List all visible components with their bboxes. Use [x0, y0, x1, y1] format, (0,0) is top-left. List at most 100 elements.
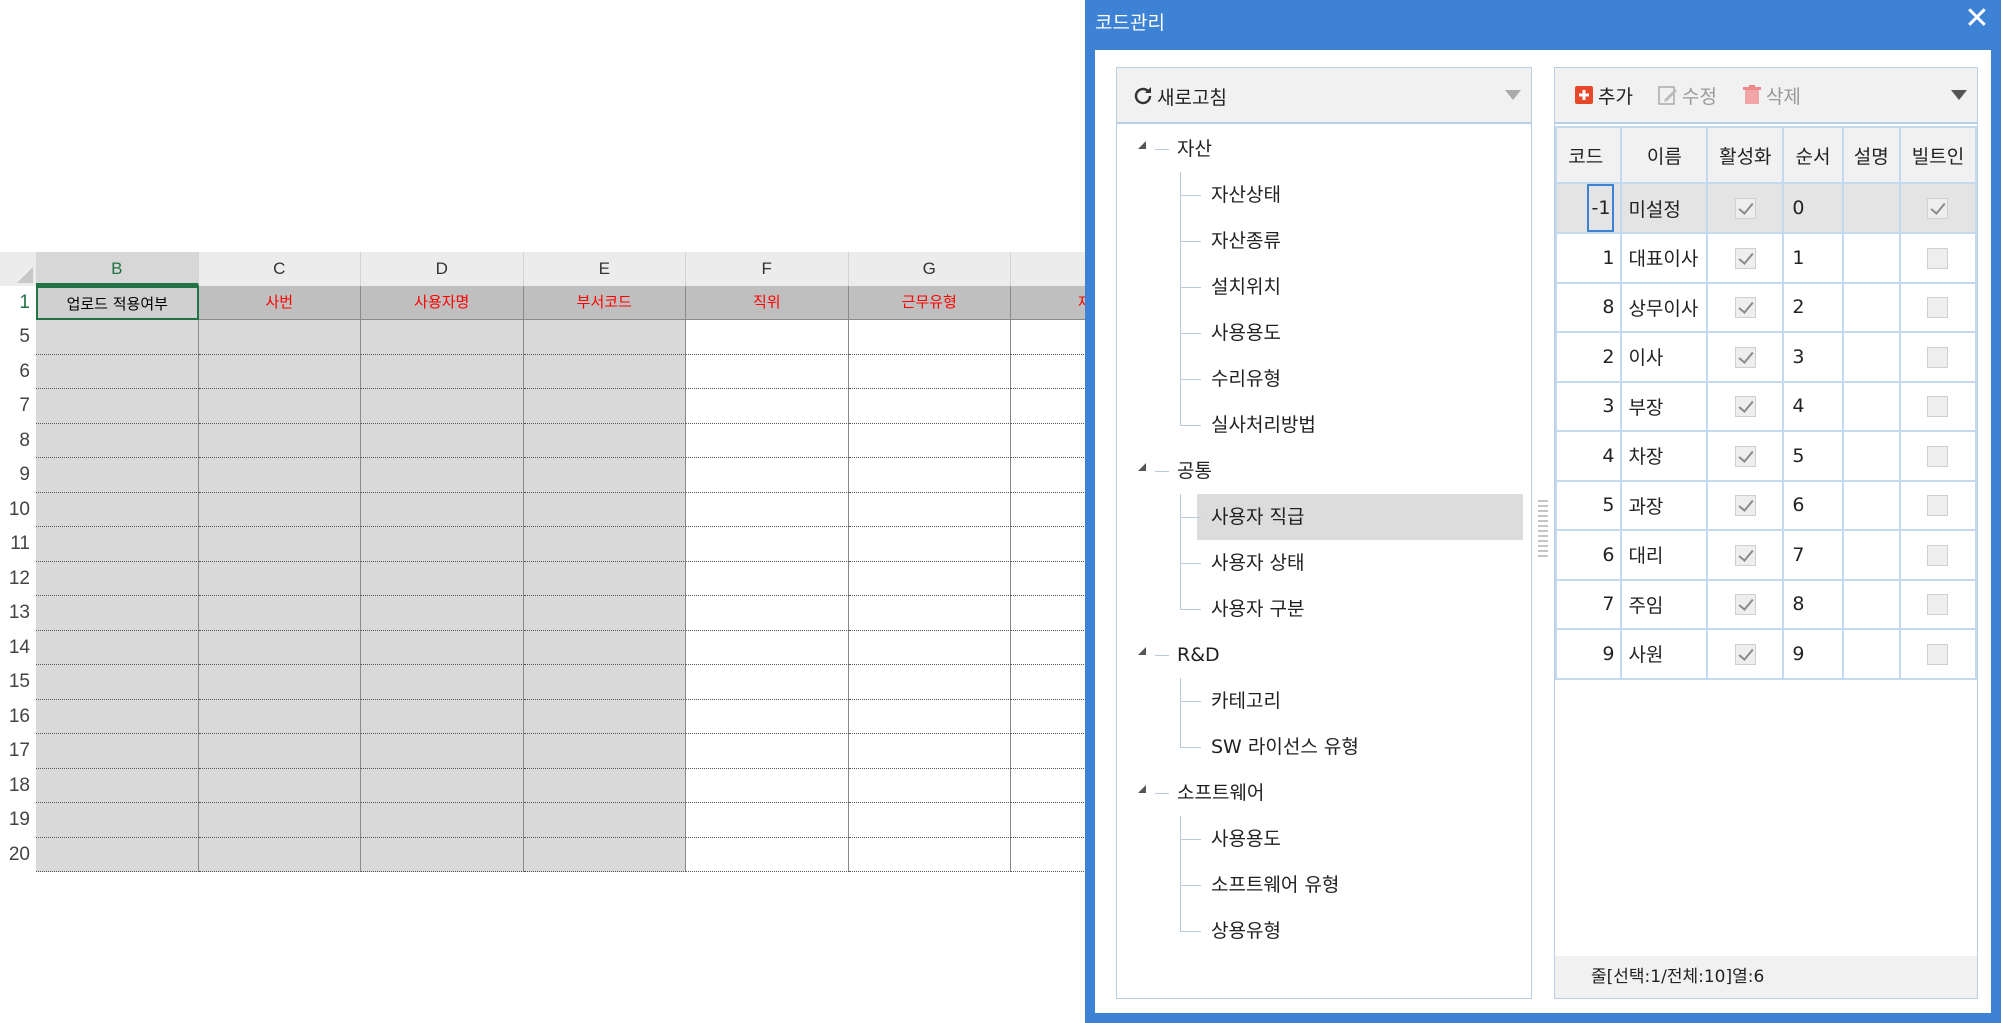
- sheet-cell[interactable]: [686, 458, 849, 493]
- sheet-cell[interactable]: [848, 837, 1011, 872]
- refresh-button[interactable]: 새로고침: [1131, 82, 1227, 110]
- column-header-builtin[interactable]: 빌트인: [1898, 126, 1978, 184]
- tree-item[interactable]: 사용용도: [1117, 310, 1531, 356]
- builtin-checkbox[interactable]: [1927, 544, 1949, 566]
- sheet-cell[interactable]: [848, 527, 1011, 562]
- sheet-cell[interactable]: [361, 630, 524, 665]
- sheet-cell[interactable]: [36, 768, 199, 803]
- builtin-cell[interactable]: [1898, 479, 1978, 531]
- sheet-cell[interactable]: [848, 423, 1011, 458]
- builtin-checkbox[interactable]: [1927, 594, 1949, 616]
- sheet-cell[interactable]: [686, 492, 849, 527]
- active-checkbox[interactable]: [1734, 198, 1756, 219]
- sheet-cell[interactable]: [36, 320, 199, 355]
- sheet-cell[interactable]: [523, 354, 686, 389]
- sheet-cell[interactable]: [361, 561, 524, 596]
- sheet-cell[interactable]: 직위: [686, 286, 849, 320]
- sheet-cell[interactable]: [686, 527, 849, 562]
- row-header[interactable]: 15: [0, 665, 36, 700]
- builtin-cell[interactable]: [1898, 430, 1978, 482]
- sheet-cell[interactable]: [361, 665, 524, 700]
- name-cell[interactable]: 차장: [1620, 430, 1709, 482]
- description-cell[interactable]: [1841, 479, 1901, 531]
- code-cell[interactable]: 3: [1554, 380, 1623, 432]
- table-row[interactable]: 3 부장 4: [1554, 380, 1978, 432]
- order-cell[interactable]: 0: [1782, 182, 1844, 234]
- row-header[interactable]: 19: [0, 803, 36, 838]
- name-cell[interactable]: 부장: [1620, 380, 1709, 432]
- sheet-cell[interactable]: 사번: [198, 286, 361, 320]
- sheet-cell[interactable]: [198, 630, 361, 665]
- order-cell[interactable]: 4: [1782, 380, 1844, 432]
- row-header[interactable]: 8: [0, 424, 36, 459]
- tree-item[interactable]: 사용자 구분: [1117, 586, 1531, 632]
- builtin-checkbox[interactable]: [1927, 198, 1949, 219]
- code-cell[interactable]: 6: [1554, 529, 1623, 581]
- sheet-cell[interactable]: [848, 630, 1011, 665]
- active-checkbox[interactable]: [1734, 396, 1756, 418]
- name-cell[interactable]: 대리: [1620, 529, 1709, 581]
- row-header[interactable]: 1: [0, 286, 36, 320]
- builtin-checkbox[interactable]: [1927, 445, 1949, 467]
- active-cell[interactable]: [1706, 232, 1785, 284]
- active-checkbox[interactable]: [1734, 297, 1756, 319]
- name-cell[interactable]: 과장: [1620, 479, 1709, 531]
- sheet-cell[interactable]: [36, 837, 199, 872]
- active-checkbox[interactable]: [1734, 544, 1756, 566]
- row-header[interactable]: 7: [0, 389, 36, 424]
- sheet-cell[interactable]: [848, 389, 1011, 424]
- builtin-cell[interactable]: [1898, 182, 1978, 234]
- sheet-cell[interactable]: [198, 320, 361, 355]
- builtin-checkbox[interactable]: [1927, 297, 1949, 319]
- grid-toolbar-dropdown-icon[interactable]: [1951, 90, 1967, 100]
- sheet-cell[interactable]: [686, 320, 849, 355]
- sheet-cell[interactable]: [361, 458, 524, 493]
- sheet-cell[interactable]: [523, 630, 686, 665]
- table-row[interactable]: 4 차장 5: [1554, 430, 1978, 482]
- sheet-cell[interactable]: [523, 596, 686, 631]
- collapse-triangle-icon[interactable]: [1138, 785, 1146, 793]
- description-cell[interactable]: [1841, 232, 1901, 284]
- sheet-cell[interactable]: [198, 354, 361, 389]
- description-cell[interactable]: [1841, 529, 1901, 581]
- active-cell[interactable]: [1706, 628, 1785, 680]
- builtin-cell[interactable]: [1898, 529, 1978, 581]
- sheet-cell[interactable]: [198, 423, 361, 458]
- code-cell[interactable]: 5: [1554, 479, 1623, 531]
- column-header[interactable]: C: [199, 252, 361, 286]
- name-cell[interactable]: 사원: [1620, 628, 1709, 680]
- table-row[interactable]: 1 대표이사 1: [1554, 232, 1978, 284]
- active-checkbox[interactable]: [1734, 495, 1756, 517]
- column-header-name[interactable]: 이름: [1620, 126, 1709, 184]
- description-cell[interactable]: [1841, 281, 1901, 333]
- order-cell[interactable]: 5: [1782, 430, 1844, 482]
- sheet-cell[interactable]: [523, 837, 686, 872]
- sheet-cell[interactable]: [848, 492, 1011, 527]
- code-cell[interactable]: 9: [1554, 628, 1623, 680]
- sheet-cell[interactable]: [198, 458, 361, 493]
- column-header[interactable]: F: [686, 252, 849, 286]
- sheet-cell[interactable]: [36, 630, 199, 665]
- add-button[interactable]: 추가: [1573, 82, 1633, 109]
- sheet-cell[interactable]: [36, 803, 199, 838]
- tree-item[interactable]: 설치위치: [1117, 264, 1531, 310]
- column-header[interactable]: G: [849, 252, 1011, 286]
- sheet-cell[interactable]: 부서코드: [523, 286, 686, 320]
- sheet-cell[interactable]: [848, 320, 1011, 355]
- builtin-cell[interactable]: [1898, 578, 1978, 630]
- column-header[interactable]: E: [524, 252, 686, 286]
- tree-group[interactable]: 자산: [1117, 126, 1531, 172]
- builtin-checkbox[interactable]: [1927, 346, 1949, 368]
- sheet-cell[interactable]: [523, 389, 686, 424]
- row-header[interactable]: 12: [0, 562, 36, 597]
- sheet-cell[interactable]: [198, 837, 361, 872]
- active-checkbox[interactable]: [1734, 594, 1756, 616]
- sheet-cell[interactable]: [686, 561, 849, 596]
- close-icon[interactable]: ✕: [1961, 2, 1993, 36]
- sheet-cell[interactable]: [198, 561, 361, 596]
- column-header[interactable]: B: [36, 252, 199, 286]
- tree-group[interactable]: 소프트웨어: [1117, 770, 1531, 816]
- column-header-active[interactable]: 활성화: [1706, 126, 1785, 184]
- panel-splitter[interactable]: [1538, 500, 1548, 560]
- sheet-cell[interactable]: [848, 699, 1011, 734]
